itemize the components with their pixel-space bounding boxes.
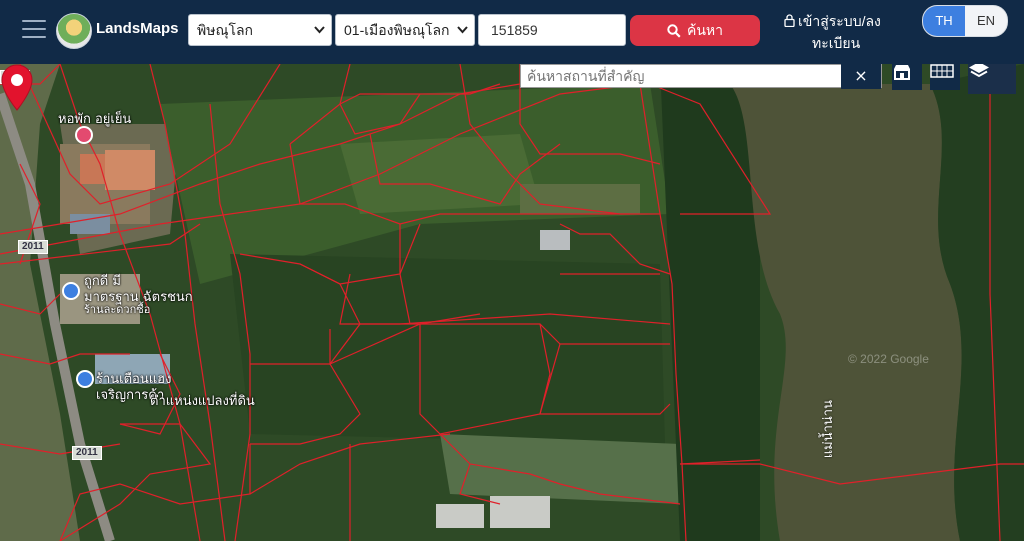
- road-shield: 2011: [72, 446, 102, 460]
- language-switch: TH EN: [922, 5, 1008, 37]
- grid-icon: [930, 64, 954, 78]
- lang-en-button[interactable]: EN: [965, 6, 1007, 36]
- clear-search-button[interactable]: ×: [841, 64, 881, 89]
- map-attribution: © 2022 Google: [848, 352, 929, 366]
- district-select-value: 01-เมืองพิษณุโลก: [344, 22, 450, 38]
- grid-toggle-button[interactable]: [930, 64, 960, 90]
- hotel-pin-icon[interactable]: [75, 126, 93, 144]
- lang-th-button[interactable]: TH: [923, 6, 965, 36]
- district-select[interactable]: 01-เมืองพิษณุโลก: [335, 14, 475, 46]
- store-pin-icon[interactable]: [62, 282, 80, 300]
- layers-icon: [969, 64, 989, 78]
- landmark-search-input[interactable]: [521, 65, 853, 87]
- cart-pin-icon[interactable]: [76, 370, 94, 388]
- login-text-line2: ทะเบียน: [812, 35, 861, 51]
- province-select-value: พิษณุโลก: [197, 22, 254, 38]
- brand-name[interactable]: LandsMaps: [96, 20, 179, 37]
- parcel-number-input[interactable]: 151859: [478, 14, 626, 46]
- province-select[interactable]: พิษณุโลก: [188, 14, 332, 46]
- search-button-label: ค้นหา: [686, 21, 724, 38]
- lock-icon: [784, 14, 795, 28]
- map-label-shop1-line3: ร้านละดวกซื้อ: [84, 303, 151, 316]
- chevron-down-icon: [314, 15, 325, 57]
- store-toggle-button[interactable]: [892, 64, 922, 90]
- map-label-hostel[interactable]: หอพัก อยู่เย็น: [58, 108, 131, 129]
- login-register-link[interactable]: เข้าสู่ระบบ/ลง ทะเบียน: [784, 10, 904, 54]
- store-icon: [894, 65, 910, 80]
- top-navbar: LandsMaps พิษณุโลก 01-เมืองพิษณุโลก 1518…: [0, 0, 1024, 64]
- map-view[interactable]: × หอพัก อยู่เย็น ถูกดี มี มาตรฐาน ฉัตรชน…: [0, 64, 1024, 541]
- map-pin-icon[interactable]: [0, 64, 34, 112]
- layers-button[interactable]: [968, 64, 1016, 94]
- search-icon: [667, 23, 681, 38]
- river-label: แม่น้ำน่าน: [821, 400, 836, 459]
- chevron-down-icon: [457, 15, 468, 57]
- brand-logo[interactable]: [56, 13, 92, 49]
- road-shield: 2011: [18, 240, 48, 254]
- login-text-line1: เข้าสู่ระบบ/ลง: [798, 13, 881, 29]
- search-button[interactable]: ค้นหา: [630, 15, 760, 46]
- hamburger-menu-icon[interactable]: [22, 20, 46, 40]
- parcel-location-label: ตำแหน่งแปลงที่ดิน: [150, 394, 255, 409]
- landmark-search-box: ×: [520, 64, 882, 89]
